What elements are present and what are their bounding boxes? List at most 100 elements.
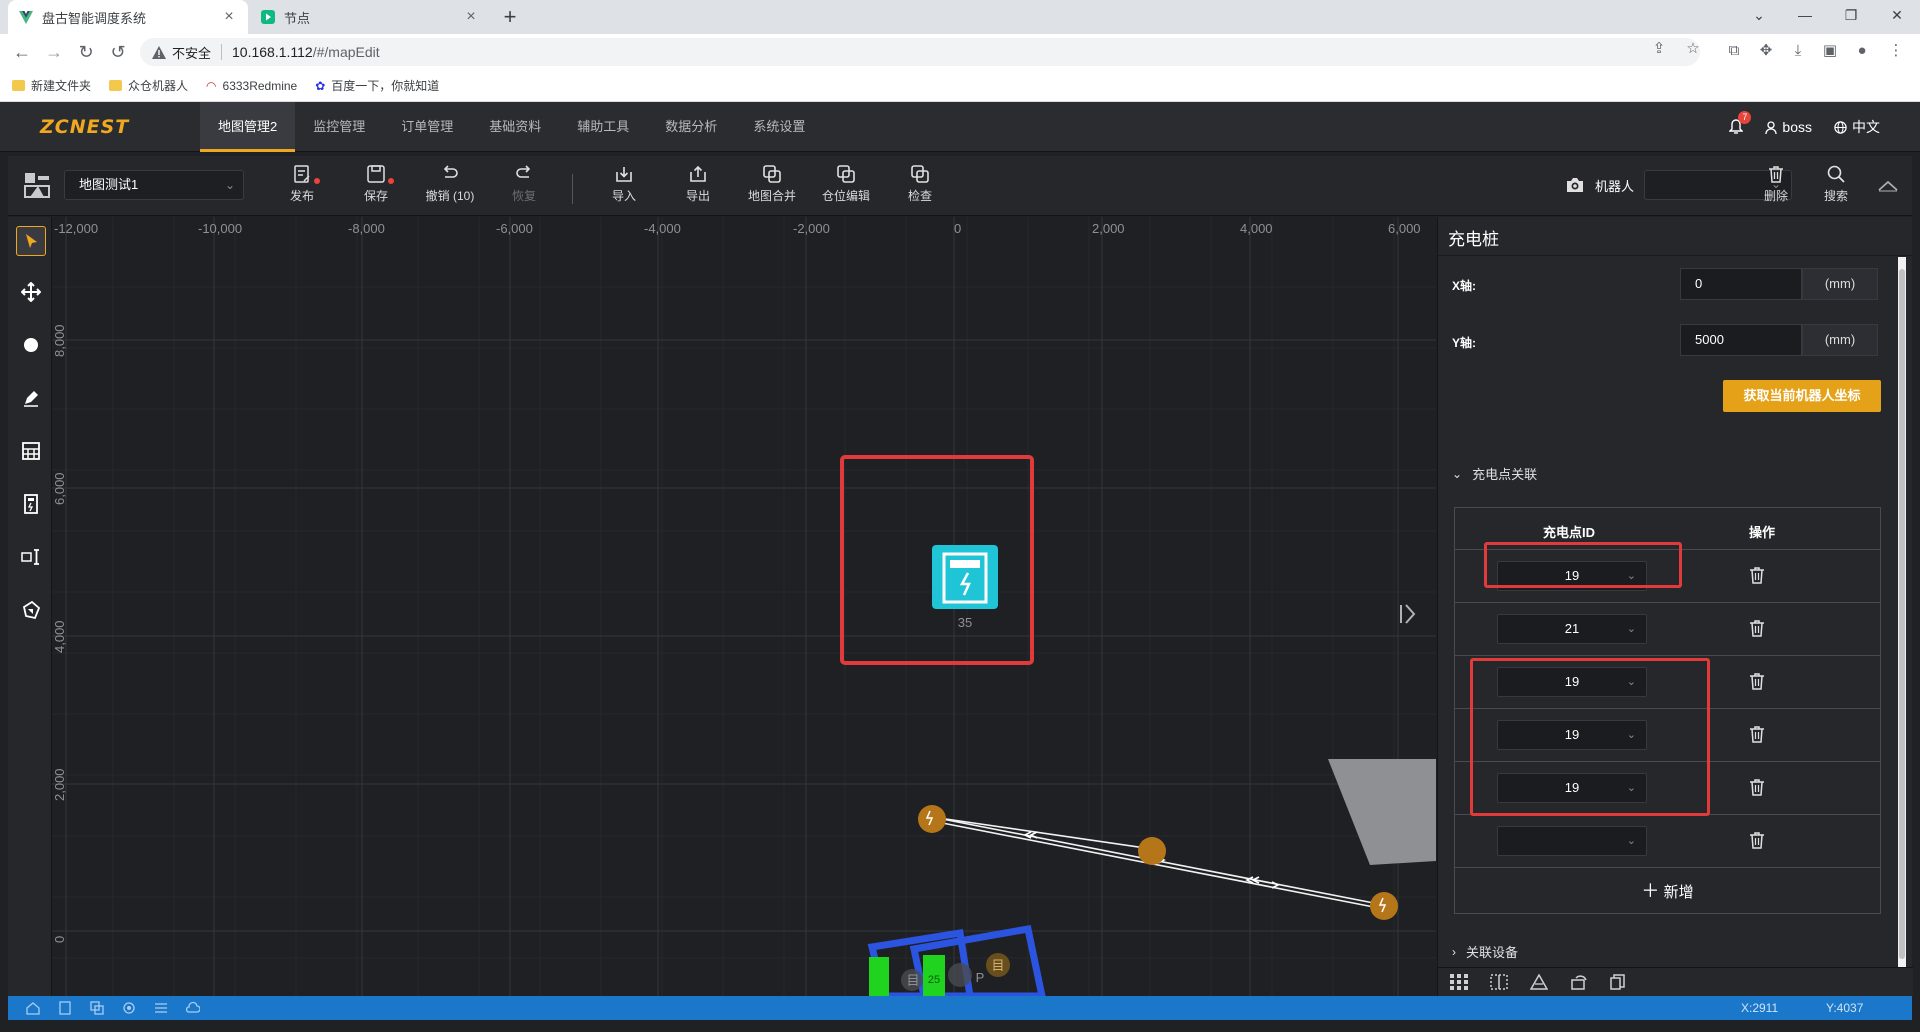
forward-icon[interactable]: → xyxy=(40,38,68,66)
panel-scrollbar[interactable] xyxy=(1898,257,1906,977)
delete-row-icon[interactable] xyxy=(1749,725,1765,743)
close-tab-icon[interactable]: × xyxy=(220,8,238,26)
delete-row-icon[interactable] xyxy=(1749,831,1765,849)
bookmark-star-icon[interactable]: ☆ xyxy=(1684,40,1702,58)
pen-tool-button[interactable] xyxy=(16,383,46,413)
split-view-icon[interactable] xyxy=(1490,974,1508,990)
x-tick: -8,000 xyxy=(348,221,385,236)
profile-avatar-icon[interactable]: ● xyxy=(1850,38,1874,64)
export-button[interactable]: 导出 xyxy=(666,164,730,210)
delete-row-icon[interactable] xyxy=(1749,672,1765,690)
charger-station[interactable]: 35 xyxy=(932,545,998,630)
grid-icon[interactable] xyxy=(1450,974,1468,990)
y-tick: 4,000 xyxy=(52,620,67,653)
minimize-button[interactable]: — xyxy=(1782,0,1828,30)
back-icon[interactable]: ← xyxy=(8,38,36,66)
y-axis-input[interactable]: 5000 xyxy=(1680,324,1802,356)
menu-tools[interactable]: 辅助工具 xyxy=(559,102,647,152)
area-polygon[interactable] xyxy=(1328,759,1436,865)
check-button[interactable]: 检查 xyxy=(888,164,952,210)
map-svg[interactable]: -12,000 -10,000 -8,000 -6,000 -4,000 -2,… xyxy=(52,217,1436,996)
get-robot-coords-button[interactable]: 获取当前机器人坐标 xyxy=(1723,380,1881,412)
bookmark-zc-robot[interactable]: 众仓机器人 xyxy=(109,77,188,94)
charge-id-select[interactable]: ⌄ xyxy=(1497,826,1647,856)
user-menu[interactable]: boss xyxy=(1765,119,1812,135)
menu-settings[interactable]: 系统设置 xyxy=(735,102,823,152)
menu-orders[interactable]: 订单管理 xyxy=(383,102,471,152)
list-icon[interactable] xyxy=(154,1001,168,1015)
language-switch[interactable]: 中文 xyxy=(1834,117,1880,137)
charge-point-section-toggle[interactable]: ⌄ 充电点关联 xyxy=(1452,464,1537,483)
menu-base-data[interactable]: 基础资料 xyxy=(471,102,559,152)
collapse-toolbar-icon[interactable] xyxy=(1878,180,1898,192)
menu-map-management[interactable]: 地图管理2 xyxy=(200,102,296,152)
bin-edit-button[interactable]: 仓位编辑 xyxy=(814,164,878,210)
home-icon[interactable] xyxy=(26,1001,40,1015)
bookmark-redmine[interactable]: ◠ 6333Redmine xyxy=(206,79,297,93)
redo-button[interactable]: 恢复 xyxy=(492,164,556,210)
tab-dispatch-system[interactable]: 盘古智能调度系统 × xyxy=(8,0,248,34)
bookmark-new-folder[interactable]: 新建文件夹 xyxy=(12,77,91,94)
shelf-tool-button[interactable] xyxy=(16,436,46,466)
close-tab-icon[interactable]: × xyxy=(462,8,480,26)
path-node-charger-2[interactable] xyxy=(1370,892,1398,920)
delete-button[interactable]: 删除 xyxy=(1748,164,1804,210)
charger-tool-button[interactable] xyxy=(16,489,46,519)
area-tool-button[interactable] xyxy=(16,595,46,625)
delete-row-icon[interactable] xyxy=(1749,566,1765,584)
select-tool-button[interactable] xyxy=(16,226,46,256)
y-tick: 8,000 xyxy=(52,324,67,357)
charge-id-select[interactable]: 21 ⌄ xyxy=(1497,614,1647,644)
move-tool-button[interactable] xyxy=(16,277,46,307)
history-icon[interactable]: ↺ xyxy=(104,38,132,66)
x-axis-input[interactable]: 0 xyxy=(1680,268,1802,300)
add-charge-point-button[interactable]: ＋ 新增 xyxy=(1455,868,1880,914)
path-node-middle[interactable] xyxy=(1138,837,1166,865)
download-icon[interactable]: ⤓ xyxy=(1786,38,1810,64)
copy-icon[interactable] xyxy=(1610,974,1626,990)
map-canvas[interactable]: -12,000 -10,000 -8,000 -6,000 -4,000 -2,… xyxy=(52,217,1436,996)
point-tool-button[interactable] xyxy=(16,330,46,360)
layers-icon[interactable] xyxy=(90,1001,104,1015)
extensions-icon[interactable]: ✥ xyxy=(1754,38,1778,64)
delete-row-icon[interactable] xyxy=(1749,619,1765,637)
reload-icon[interactable]: ↻ xyxy=(72,38,100,66)
new-tab-button[interactable]: + xyxy=(496,3,524,31)
user-name: boss xyxy=(1782,119,1812,135)
layers-triangle-icon[interactable] xyxy=(1530,974,1548,990)
map-layers-icon[interactable] xyxy=(24,172,50,198)
screenshot-icon[interactable]: ⧉ xyxy=(1722,38,1746,64)
cloud-icon[interactable] xyxy=(186,1001,200,1015)
save-button[interactable]: 保存 xyxy=(344,164,408,210)
menu-monitoring[interactable]: 监控管理 xyxy=(295,102,383,152)
notifications-button[interactable]: 7 xyxy=(1729,111,1752,135)
robot-group[interactable]: 目 25 P 目 xyxy=(867,924,1046,996)
share-icon[interactable]: ⇪ xyxy=(1650,40,1668,58)
insecure-indicator[interactable]: 不安全 xyxy=(152,43,211,62)
map-select[interactable]: 地图测试1 ⌄ xyxy=(64,170,244,200)
delete-row-icon[interactable] xyxy=(1749,778,1765,796)
sidepanel-icon[interactable]: ▣ xyxy=(1818,38,1842,64)
path-node-charger-1[interactable] xyxy=(918,805,946,833)
bookmark-baidu[interactable]: ✿ 百度一下，你就知道 xyxy=(315,77,439,94)
address-bar[interactable]: 不安全 10.168.1.112/#/mapEdit xyxy=(140,38,1700,66)
text-tool-button[interactable] xyxy=(16,542,46,572)
undo-button[interactable]: 撤销 (10) xyxy=(418,164,482,210)
device-section-toggle[interactable]: › 关联设备 xyxy=(1452,942,1518,961)
charge-id-value: 21 xyxy=(1564,621,1580,636)
maximize-button[interactable]: ❐ xyxy=(1828,0,1874,30)
rotate-icon[interactable] xyxy=(1570,974,1588,990)
browser-menu-icon[interactable]: ⋮ xyxy=(1884,38,1908,64)
scrollbar-thumb[interactable] xyxy=(1899,269,1905,959)
tab-node[interactable]: 节点 × xyxy=(250,0,490,34)
menu-analytics[interactable]: 数据分析 xyxy=(647,102,735,152)
map-merge-button[interactable]: 地图合并 xyxy=(740,164,804,210)
panel-toggle-icon[interactable] xyxy=(1400,604,1416,624)
settings-gear-icon[interactable] xyxy=(122,1001,136,1015)
tab-search-icon[interactable]: ⌄ xyxy=(1736,0,1782,30)
search-button[interactable]: 搜索 xyxy=(1808,164,1864,210)
import-button[interactable]: 导入 xyxy=(592,164,656,210)
publish-button[interactable]: 发布 xyxy=(270,164,334,210)
document-icon[interactable] xyxy=(58,1001,72,1015)
close-window-button[interactable]: ✕ xyxy=(1874,0,1920,30)
